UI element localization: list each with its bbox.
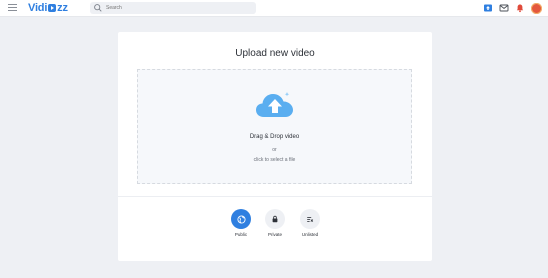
mail-icon[interactable] [499,3,509,13]
logo[interactable]: Vidi zz [28,1,68,15]
select-file-link[interactable]: click to select a file [138,157,411,163]
drop-text: Drag & Drop video [249,134,300,140]
search-bar[interactable] [90,2,256,14]
lock-icon [265,209,285,229]
upload-icon[interactable] [483,3,493,13]
upload-card: Upload new video Drag & Drop video or cl… [118,32,432,261]
visibility-private[interactable]: Private [255,209,295,237]
visibility-unlisted[interactable]: Unlisted [290,209,330,237]
page-title: Upload new video [235,48,315,59]
dropzone[interactable]: Drag & Drop video or click to select a f… [137,69,412,184]
logo-play-icon [48,4,57,12]
or-text: or [272,147,277,153]
logo-text-left: Vidi [28,2,48,14]
divider [118,196,432,197]
search-input[interactable] [103,3,246,13]
search-icon [94,4,102,12]
cloud-upload-icon [256,92,293,117]
visibility-label: Private [267,232,282,237]
bell-icon[interactable] [515,3,525,13]
visibility-label: Unlisted [301,232,319,237]
globe-icon [231,209,251,229]
top-icons [483,2,542,14]
list-icon [300,209,320,229]
menu-icon[interactable] [8,4,17,12]
avatar[interactable] [531,2,542,14]
logo-text-right: zz [57,2,68,14]
top-bar: Vidi zz [0,0,548,17]
